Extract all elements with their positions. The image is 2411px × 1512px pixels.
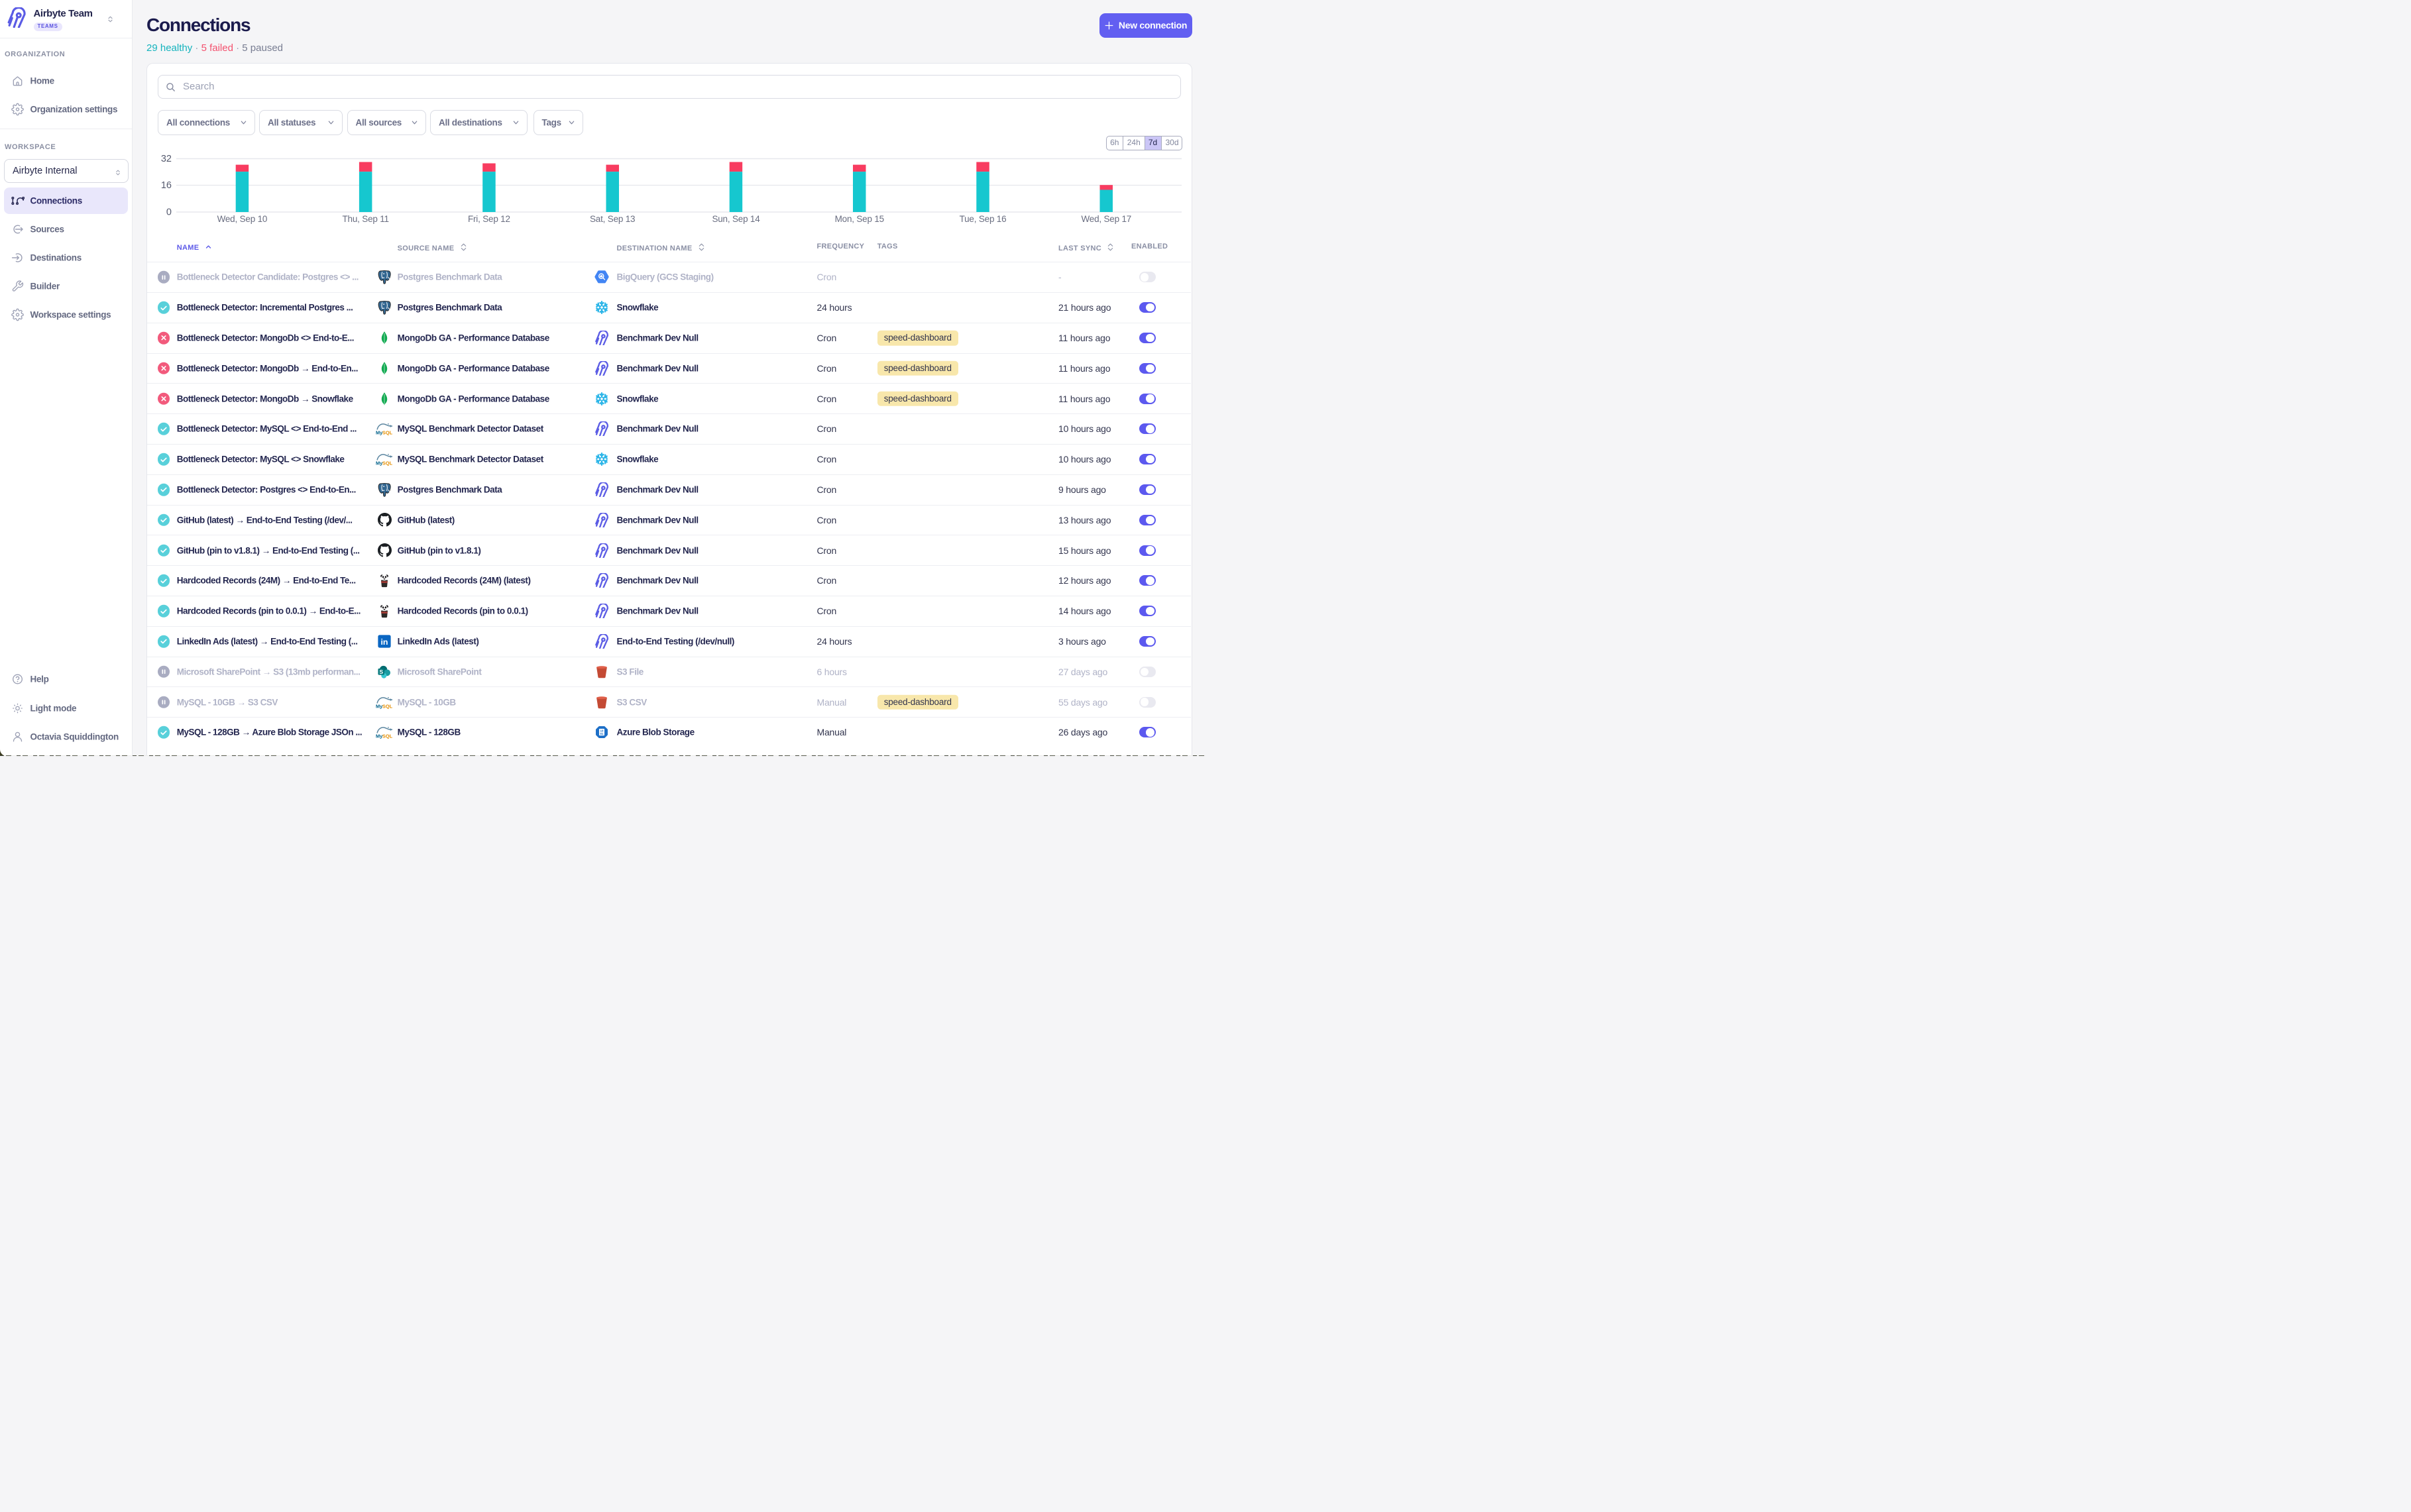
svg-text:32: 32 — [161, 154, 172, 164]
svg-text:0: 0 — [166, 207, 172, 218]
svg-text:16: 16 — [161, 180, 172, 191]
